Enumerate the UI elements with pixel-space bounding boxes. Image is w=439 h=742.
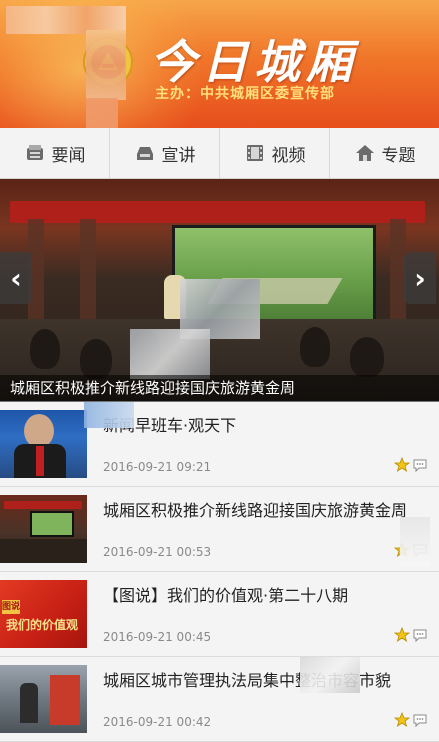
home-icon xyxy=(355,145,374,161)
tab-label: 视频 xyxy=(271,145,306,166)
news-date: 2016-09-21 00:53 xyxy=(103,545,212,559)
news-title: 城厢区城市管理执法局集中整治市容市貌 xyxy=(103,671,392,690)
tab-news[interactable]: 要闻 xyxy=(0,128,110,178)
news-date: 2016-09-21 00:45 xyxy=(103,630,212,644)
carousel-next-button[interactable]: › xyxy=(404,252,436,304)
news-item[interactable]: 图说 我们的价值观 【图说】我们的价值观·第二十八期 2016-09-21 00… xyxy=(0,572,439,657)
news-thumbnail: 图说 我们的价值观 xyxy=(0,580,87,648)
tab-label: 要闻 xyxy=(51,145,86,166)
inbox-icon xyxy=(136,147,153,160)
audience-head xyxy=(30,329,60,369)
tab-lecture[interactable]: 宣讲 xyxy=(110,128,220,178)
carousel-prev-button[interactable]: ‹ xyxy=(0,252,32,304)
news-item[interactable]: 城厢区积极推介新线路迎接国庆旅游黄金周 2016-09-21 00:53 xyxy=(0,487,439,572)
audience-head xyxy=(80,339,112,379)
news-date: 2016-09-21 00:42 xyxy=(103,715,212,729)
news-list: 新闻早班车·观天下 2016-09-21 09:21 城厢区积极推介新线路迎接国… xyxy=(0,402,439,742)
tab-label: 宣讲 xyxy=(161,145,196,166)
thumb-tag: 图说 xyxy=(2,600,21,614)
audience-head xyxy=(300,327,330,367)
news-title: 新闻早班车·观天下 xyxy=(103,416,237,435)
news-thumbnail xyxy=(0,410,87,478)
news-actions xyxy=(394,712,428,728)
wall-pillar xyxy=(80,219,96,329)
news-actions xyxy=(394,627,428,643)
audience-head xyxy=(350,337,384,377)
news-title: 城厢区积极推介新线路迎接国庆旅游黄金周 xyxy=(103,501,408,520)
star-icon[interactable] xyxy=(394,627,410,643)
star-icon[interactable] xyxy=(394,457,410,473)
blur-mosaic xyxy=(86,30,126,100)
blur-mosaic xyxy=(130,329,210,379)
tab-label: 专题 xyxy=(381,145,416,166)
app-subtitle: 主办：中共城厢区委宣传部 xyxy=(155,86,335,102)
newspaper-icon xyxy=(26,145,43,160)
category-tabs: 要闻 宣讲 视频 专题 xyxy=(0,128,439,179)
film-icon xyxy=(246,145,263,161)
comment-icon[interactable] xyxy=(412,712,428,728)
news-item[interactable]: 城厢区城市管理执法局集中整治市容市貌 2016-09-21 00:42 xyxy=(0,657,439,742)
comment-icon[interactable] xyxy=(412,457,428,473)
news-item[interactable]: 新闻早班车·观天下 2016-09-21 09:21 xyxy=(0,402,439,487)
tab-video[interactable]: 视频 xyxy=(220,128,330,178)
news-title: 【图说】我们的价值观·第二十八期 xyxy=(103,586,349,605)
news-date: 2016-09-21 09:21 xyxy=(103,460,212,474)
star-icon[interactable] xyxy=(394,712,410,728)
news-thumbnail xyxy=(0,495,87,563)
blur-mosaic xyxy=(84,402,134,428)
app-header: 今日城厢 主办：中共城厢区委宣传部 xyxy=(0,0,439,128)
tab-special[interactable]: 专题 xyxy=(330,128,439,178)
thumb-poster-text: 我们的价值观 xyxy=(6,618,79,632)
banner-caption: 城厢区积极推介新线路迎接国庆旅游黄金周 xyxy=(0,375,439,402)
banner-image[interactable] xyxy=(0,179,439,401)
blur-mosaic xyxy=(300,657,360,693)
blur-mosaic xyxy=(400,517,430,567)
comment-icon[interactable] xyxy=(412,627,428,643)
news-actions xyxy=(394,457,428,473)
blur-mosaic xyxy=(86,98,118,128)
event-banner-strip xyxy=(10,201,425,223)
